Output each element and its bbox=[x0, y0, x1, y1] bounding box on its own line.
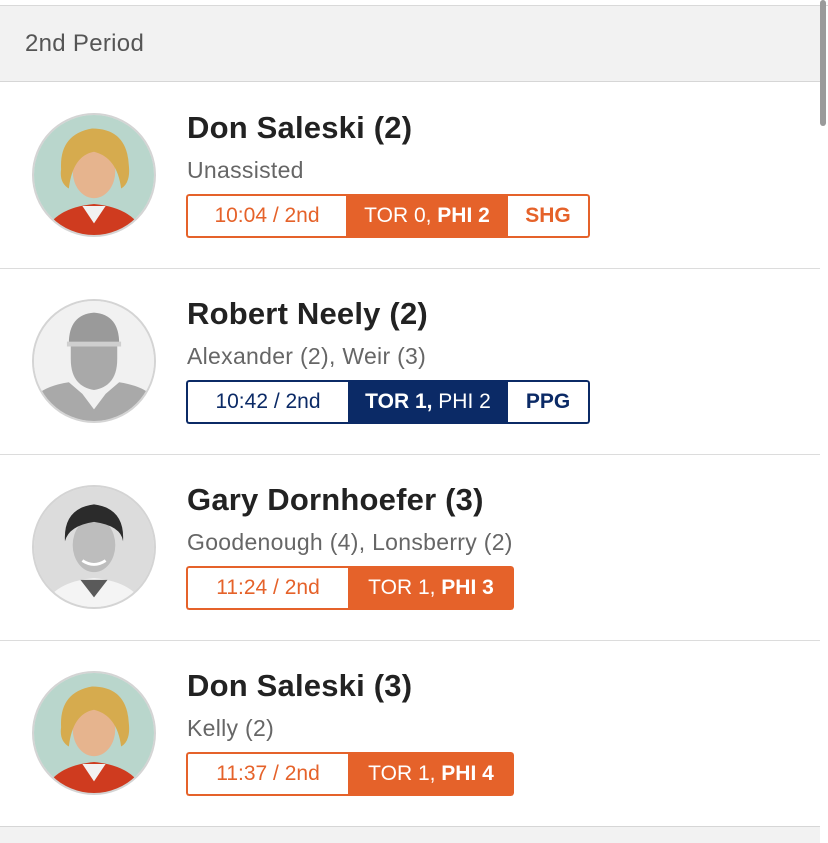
player-name[interactable]: Don Saleski (3) bbox=[187, 668, 412, 704]
scrollbar[interactable] bbox=[820, 0, 826, 126]
goal-type-badge: PPG bbox=[508, 380, 590, 424]
score-phi: PHI 2 bbox=[438, 390, 491, 413]
score-badge: TOR 1, PHI 2 bbox=[348, 380, 508, 424]
player-photo-icon bbox=[34, 487, 154, 607]
goal-info-bar: 11:37 / 2nd TOR 1, PHI 4 bbox=[186, 752, 514, 796]
player-photo-icon bbox=[34, 673, 154, 793]
goal-row[interactable]: Don Saleski (2) Unassisted 10:04 / 2nd T… bbox=[0, 83, 820, 269]
period-header: 2nd Period bbox=[0, 6, 820, 82]
player-name[interactable]: Don Saleski (2) bbox=[187, 110, 412, 146]
goal-info-bar: 10:04 / 2nd TOR 0, PHI 2 SHG bbox=[186, 194, 590, 238]
goal-info-bar: 10:42 / 2nd TOR 1, PHI 2 PPG bbox=[186, 380, 590, 424]
player-name[interactable]: Robert Neely (2) bbox=[187, 296, 428, 332]
goal-time: 10:42 / 2nd bbox=[186, 380, 348, 424]
goal-row[interactable]: Don Saleski (3) Kelly (2) 11:37 / 2nd TO… bbox=[0, 641, 820, 827]
score-tor: TOR 0, bbox=[364, 204, 432, 227]
period-label: 2nd Period bbox=[25, 29, 145, 57]
player-avatar bbox=[32, 299, 156, 423]
goal-time: 10:04 / 2nd bbox=[186, 194, 346, 238]
score-tor: TOR 1, bbox=[365, 390, 433, 413]
score-tor: TOR 1, bbox=[368, 576, 436, 599]
player-avatar bbox=[32, 113, 156, 237]
assists-text: Goodenough (4), Lonsberry (2) bbox=[187, 529, 513, 555]
score-phi: PHI 3 bbox=[441, 576, 494, 599]
player-avatar bbox=[32, 485, 156, 609]
assists-text: Alexander (2), Weir (3) bbox=[187, 343, 427, 369]
score-phi: PHI 4 bbox=[441, 762, 494, 785]
player-name[interactable]: Gary Dornhoefer (3) bbox=[187, 482, 484, 518]
score-phi: PHI 2 bbox=[437, 204, 490, 227]
goal-time: 11:24 / 2nd bbox=[186, 566, 348, 610]
score-tor: TOR 1, bbox=[368, 762, 436, 785]
player-avatar bbox=[32, 671, 156, 795]
player-silhouette-icon bbox=[34, 301, 154, 421]
goal-time: 11:37 / 2nd bbox=[186, 752, 348, 796]
assists-text: Kelly (2) bbox=[187, 715, 275, 741]
score-badge: TOR 1, PHI 3 bbox=[348, 566, 514, 610]
player-photo-icon bbox=[34, 115, 154, 235]
goal-info-bar: 11:24 / 2nd TOR 1, PHI 3 bbox=[186, 566, 514, 610]
score-badge: TOR 1, PHI 4 bbox=[348, 752, 514, 796]
next-period-header bbox=[0, 826, 820, 843]
assists-text: Unassisted bbox=[187, 157, 304, 183]
goal-type-badge: SHG bbox=[508, 194, 590, 238]
goal-row[interactable]: Gary Dornhoefer (3) Goodenough (4), Lons… bbox=[0, 455, 820, 641]
goal-row[interactable]: Robert Neely (2) Alexander (2), Weir (3)… bbox=[0, 269, 820, 455]
score-badge: TOR 0, PHI 2 bbox=[346, 194, 508, 238]
